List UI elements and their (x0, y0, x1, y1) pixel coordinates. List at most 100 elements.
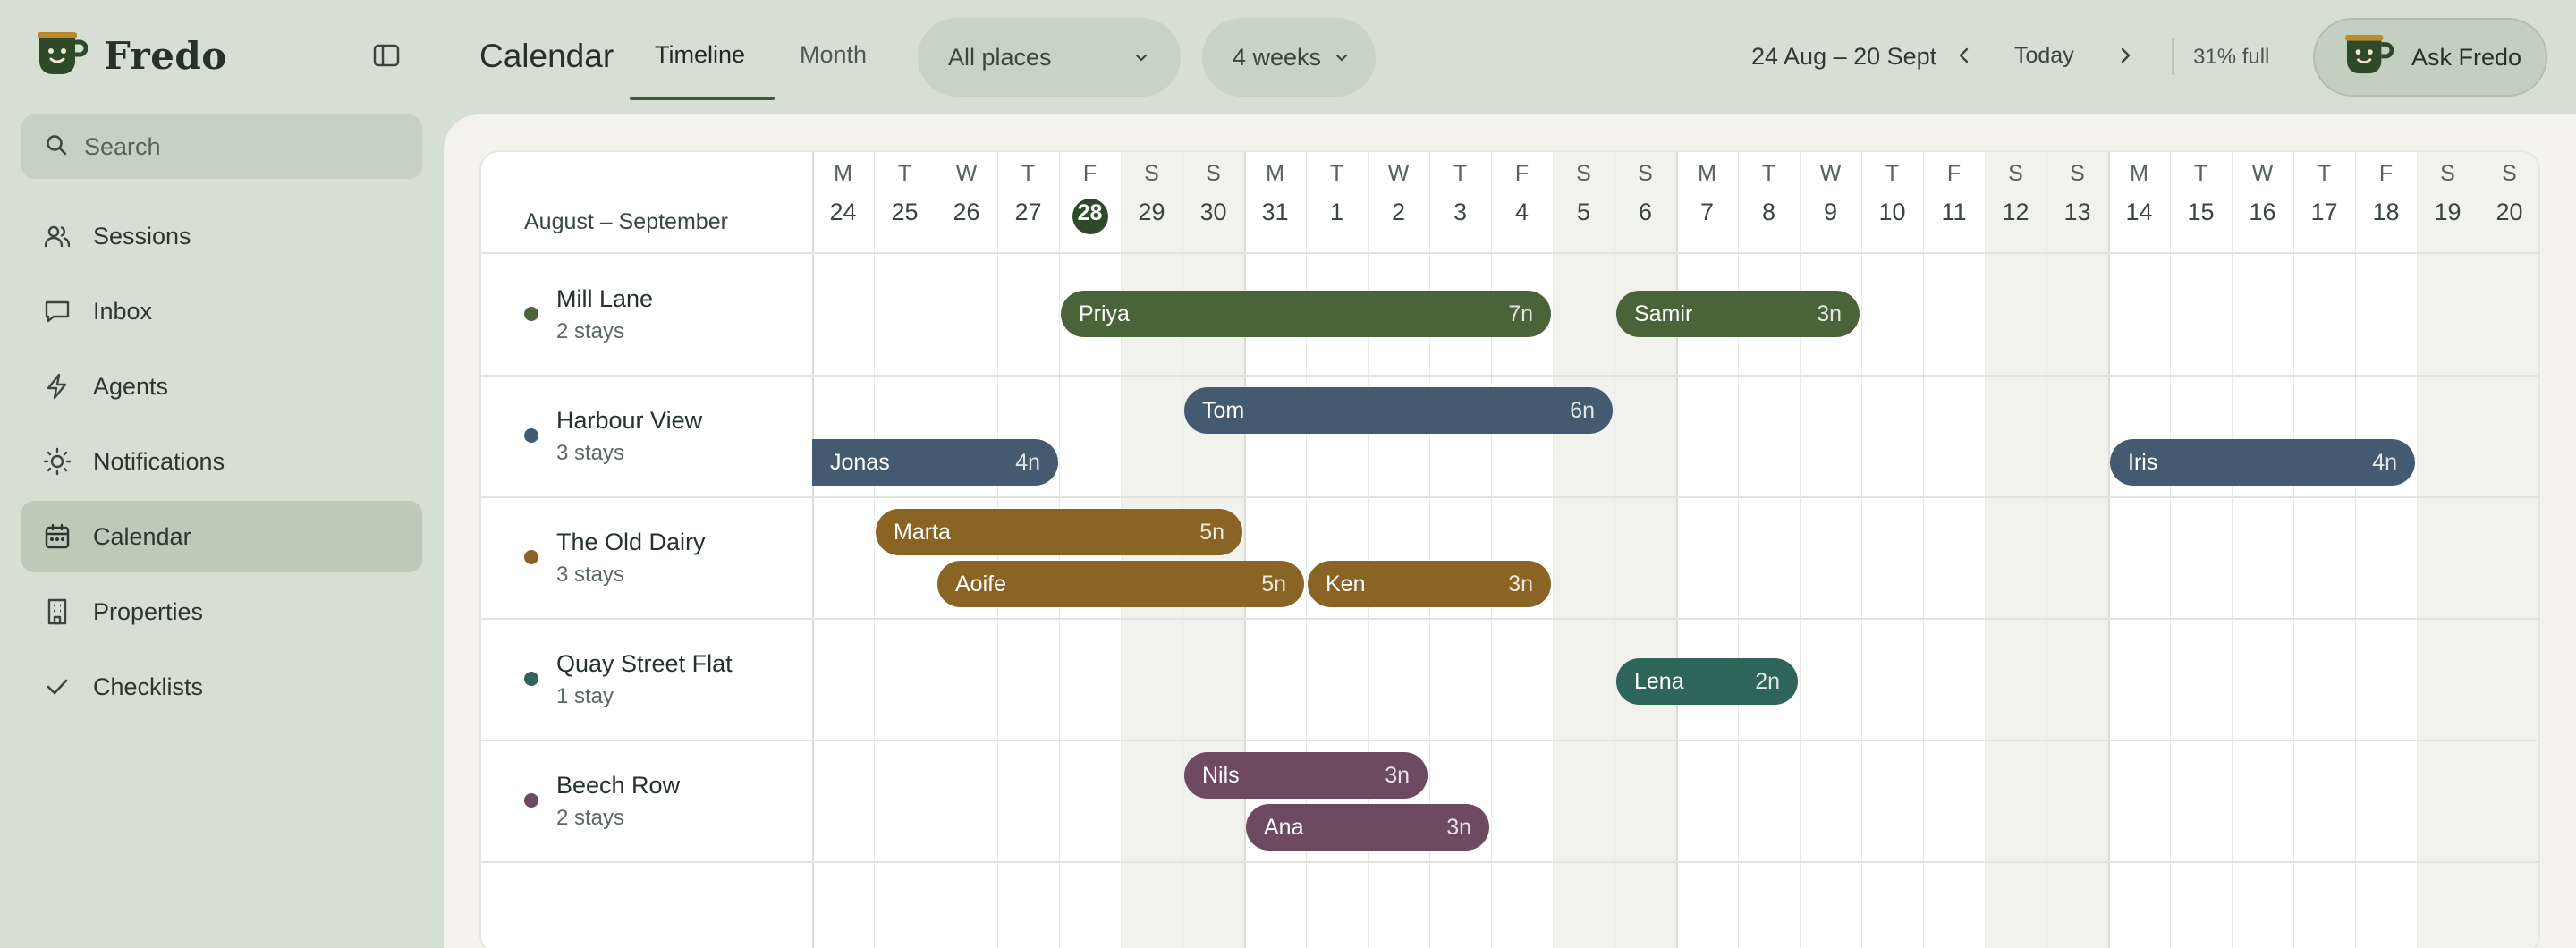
day-of-week-label: T (2317, 161, 2332, 186)
booking-bar[interactable]: Priya 7n (1061, 291, 1551, 337)
brand[interactable]: Fredo (34, 27, 227, 84)
booking-bar[interactable]: Ana 3n (1246, 804, 1489, 851)
day-number[interactable]: 15 (2171, 199, 2232, 226)
booking-guest-name: Samir (1634, 300, 1693, 326)
property-name[interactable]: Harbour View (556, 407, 702, 435)
booking-bar[interactable]: Ken 3n (1308, 561, 1551, 607)
booking-nights: 2n (1755, 668, 1780, 694)
places-filter-dropdown[interactable]: All places (918, 18, 1181, 97)
booking-bar[interactable]: Iris 4n (2110, 439, 2415, 486)
day-number[interactable]: 17 (2294, 199, 2355, 226)
search-input[interactable] (84, 132, 406, 161)
day-number[interactable]: 12 (1986, 199, 2046, 226)
day-number[interactable]: 11 (1924, 199, 1985, 226)
sidebar-item-inbox[interactable]: Inbox (21, 275, 422, 347)
day-number[interactable]: 20 (2479, 199, 2539, 226)
active-tab-indicator (630, 97, 775, 100)
property-color-dot (524, 428, 538, 443)
sidebar: Fredo Sessions Inbox Agents (0, 0, 444, 948)
day-number[interactable]: 30 (1183, 199, 1244, 226)
booking-nights: 7n (1508, 300, 1533, 326)
booking-nights: 3n (1817, 300, 1842, 326)
day-number[interactable]: 16 (2233, 199, 2293, 226)
occupancy-label: 31% full (2193, 45, 2270, 69)
day-of-week-label: F (1082, 161, 1097, 186)
day-number[interactable]: 10 (1862, 199, 1923, 226)
booking-bar[interactable]: Tom 6n (1184, 387, 1613, 434)
day-of-week-label: S (1576, 161, 1591, 186)
property-name[interactable]: Quay Street Flat (556, 650, 733, 678)
day-number[interactable]: 28 (1060, 200, 1121, 226)
check-icon (41, 671, 73, 703)
grid-column-line (812, 152, 814, 948)
day-number[interactable]: 24 (813, 199, 874, 226)
tab-month[interactable]: Month (800, 41, 867, 69)
day-number[interactable]: 9 (1801, 199, 1861, 226)
page-title: Calendar (479, 38, 614, 74)
booking-bar[interactable]: Lena 2n (1616, 658, 1798, 705)
next-period-button[interactable] (2111, 41, 2140, 73)
day-of-week-label: T (2193, 161, 2208, 186)
day-of-week-label: F (2378, 161, 2394, 186)
sidebar-item-label: Checklists (93, 673, 204, 700)
grid-column-line (1491, 152, 1492, 948)
booking-bar[interactable]: Marta 5n (876, 509, 1242, 555)
day-number[interactable]: 2 (1368, 199, 1429, 226)
span-filter-dropdown[interactable]: 4 weeks (1202, 18, 1376, 97)
span-filter-value: 4 weeks (1233, 43, 1322, 71)
sidebar-item-sessions[interactable]: Sessions (21, 200, 422, 272)
day-of-week-label: F (1946, 161, 1962, 186)
mug-logo-icon (34, 30, 89, 82)
search-icon (45, 133, 68, 161)
booking-bar[interactable]: Samir 3n (1616, 291, 1860, 337)
previous-period-button[interactable] (1950, 41, 1979, 73)
property-name[interactable]: Beech Row (556, 772, 680, 800)
timeline-calendar: August – September M 24 T 25 W 26 T 27 F 28 S 29 S 30… (479, 150, 2540, 948)
day-of-week-label: S (1206, 161, 1221, 186)
day-of-week-label: T (1761, 161, 1776, 186)
day-of-week-label: T (1453, 161, 1468, 186)
sidebar-toggle-button[interactable] (367, 39, 406, 75)
day-number[interactable]: 6 (1615, 199, 1676, 226)
day-number[interactable]: 1 (1307, 199, 1368, 226)
grid-column-line (1614, 152, 1615, 948)
booking-bar[interactable]: Nils 3n (1184, 752, 1428, 799)
day-of-week-label: S (2070, 161, 2085, 186)
tab-timeline[interactable]: Timeline (655, 41, 745, 69)
day-number[interactable]: 29 (1122, 199, 1182, 226)
sidebar-item-properties[interactable]: Properties (21, 576, 422, 648)
day-number[interactable]: 3 (1430, 199, 1491, 226)
day-number[interactable]: 8 (1739, 199, 1800, 226)
sidebar-item-agents[interactable]: Agents (21, 351, 422, 422)
day-number[interactable]: 4 (1492, 199, 1553, 226)
day-number[interactable]: 7 (1677, 199, 1738, 226)
property-name[interactable]: Mill Lane (556, 285, 653, 313)
sidebar-item-calendar[interactable]: Calendar (21, 501, 422, 572)
sidebar-item-notifications[interactable]: Notifications (21, 426, 422, 497)
chevron-left-icon (1955, 45, 1973, 71)
search-bar[interactable] (21, 114, 422, 179)
booking-bar[interactable]: Aoife 5n (937, 561, 1304, 607)
booking-nights: 4n (1015, 449, 1040, 475)
booking-nights: 3n (1385, 762, 1410, 788)
header-divider (481, 252, 2538, 254)
property-name[interactable]: The Old Dairy (556, 529, 706, 556)
day-number[interactable]: 25 (875, 199, 936, 226)
day-number[interactable]: 18 (2356, 199, 2417, 226)
day-number[interactable]: 14 (2109, 199, 2170, 226)
row-divider (481, 375, 2538, 377)
day-number[interactable]: 13 (2047, 199, 2108, 226)
day-number[interactable]: 27 (998, 199, 1059, 226)
day-number[interactable]: 31 (1245, 199, 1306, 226)
grid-column-line (1861, 152, 1862, 948)
day-number[interactable]: 26 (936, 199, 997, 226)
users-icon (41, 220, 73, 252)
day-of-week-label: T (897, 161, 912, 186)
booking-bar[interactable]: Jonas 4n (812, 439, 1058, 486)
sidebar-item-checklists[interactable]: Checklists (21, 651, 422, 723)
day-number[interactable]: 5 (1554, 199, 1614, 226)
today-button[interactable]: Today (2014, 43, 2074, 69)
day-number[interactable]: 19 (2418, 199, 2479, 226)
ask-fredo-button[interactable]: Ask Fredo (2313, 18, 2547, 97)
sun-icon (41, 445, 73, 478)
